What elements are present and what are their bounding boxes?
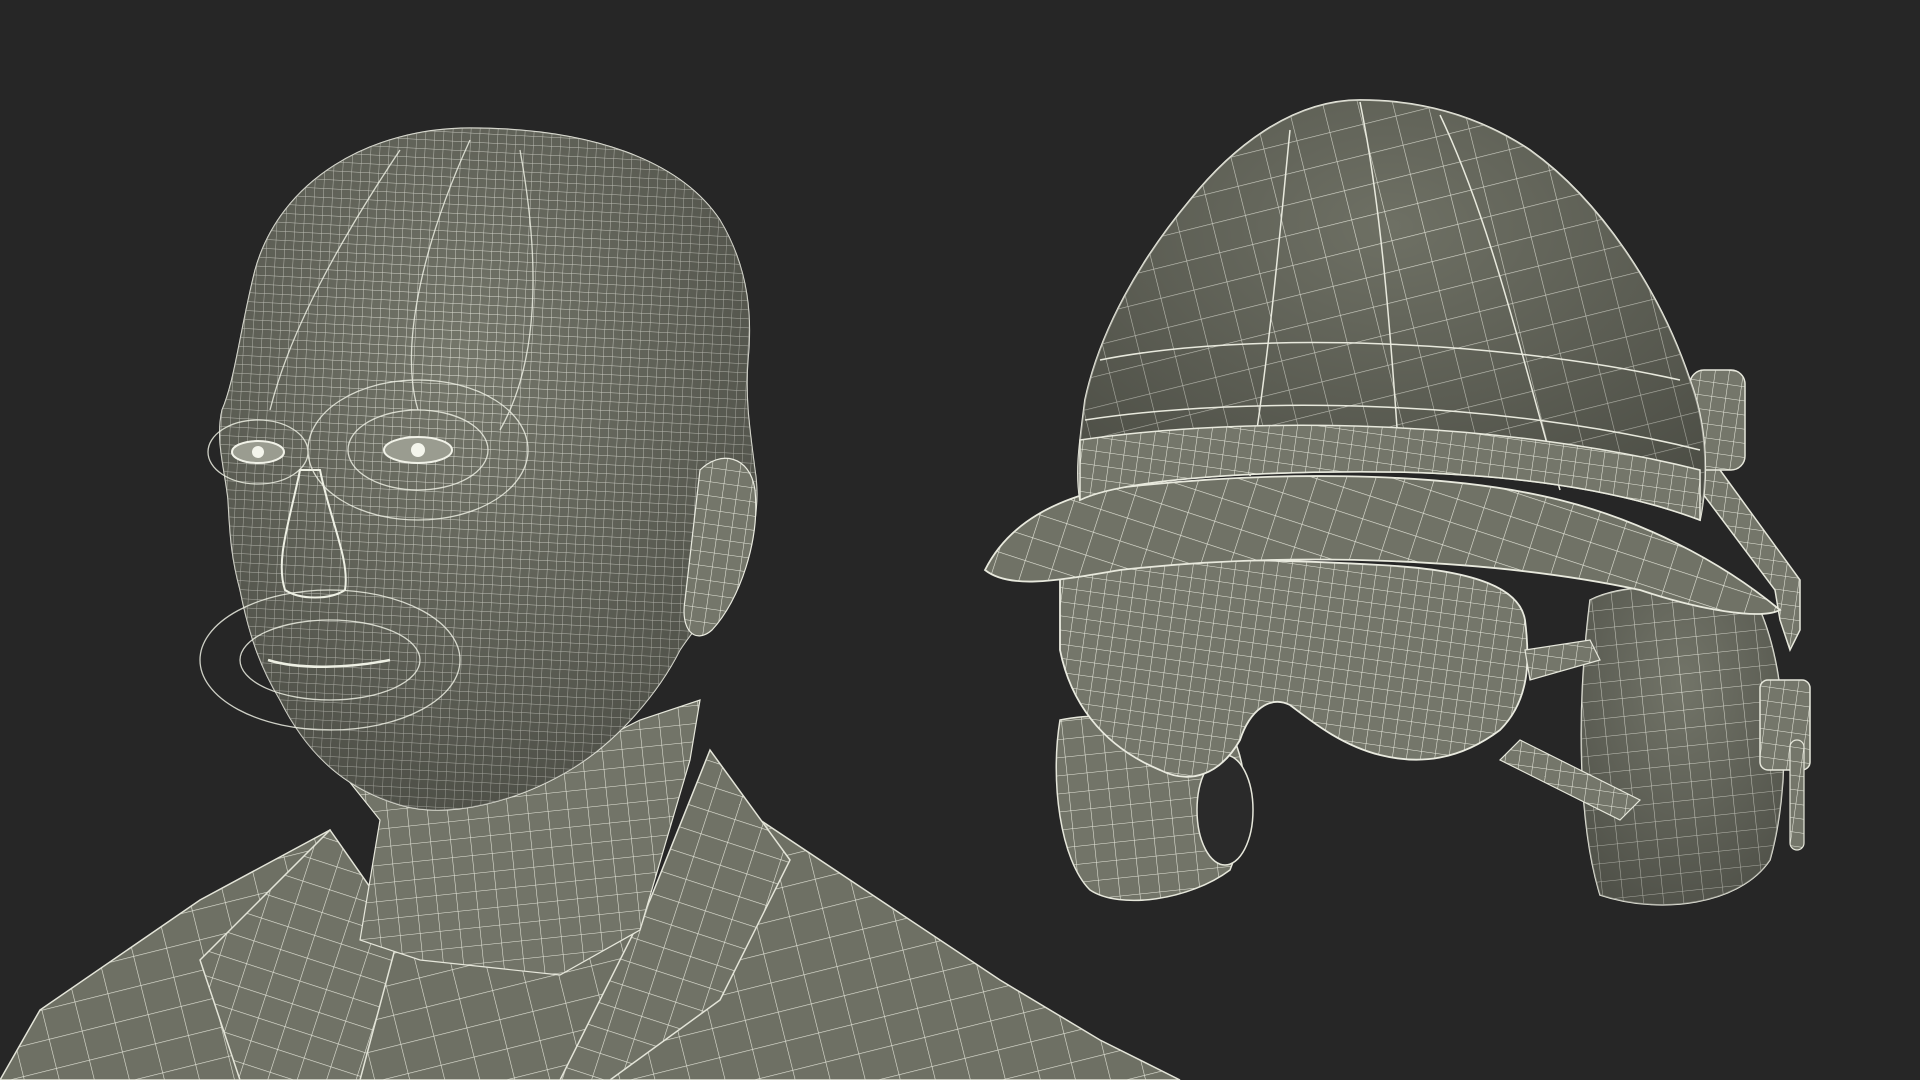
human-head-model bbox=[0, 127, 1181, 1080]
safety-helmet-model bbox=[983, 99, 1811, 906]
collar-left-mesh bbox=[199, 828, 401, 1080]
wireframe-render bbox=[0, 99, 1811, 1080]
goggles-mesh bbox=[1059, 559, 1529, 778]
render-viewport bbox=[0, 0, 1920, 1080]
